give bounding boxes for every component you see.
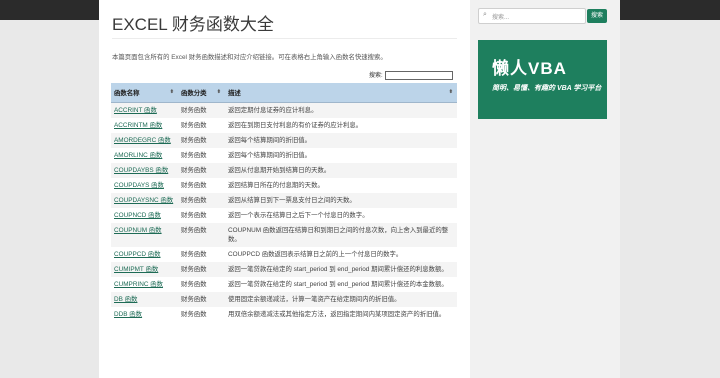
function-link[interactable]: DB 函数 [114, 296, 137, 303]
description-cell: 返回从结算日到下一票息支付日之间的天数。 [225, 193, 457, 208]
sidebar: ⌕ 搜索... 搜索 懒人VBA 简明、易懂、有趣的 VBA 学习平台 [470, 0, 620, 378]
function-name-cell: COUPPCD 函数 [111, 247, 178, 262]
search-icon: ⌕ [483, 11, 487, 18]
description-cell: 返回一笔贷款在给定的 start_period 到 end_period 期间累… [225, 262, 457, 277]
table-row: DDB 函数 财务函数 用双倍余额递减法或其他指定方法，返回指定期间内某项固定资产的… [111, 307, 457, 322]
category-cell: 财务函数 [178, 163, 225, 178]
ad-subtitle: 简明、易懂、有趣的 VBA 学习平台 [492, 85, 602, 92]
table-row: CUMPRINC 函数 财务函数 返回一笔贷款在给定的 start_period 到… [111, 277, 457, 292]
function-link[interactable]: DDB 函数 [114, 311, 142, 318]
category-cell: 财务函数 [178, 292, 225, 307]
description-cell: COUPNUM 函数返回在结算日和到期日之间的付息次数，向上舍入到最近的整数。 [225, 223, 457, 247]
table-row: COUPDAYSNC 函数 财务函数 返回从结算日到下一票息支付日之间的天数。 [111, 193, 457, 208]
functions-table: 函数名称 ⬍ 函数分类 ⬍ 描述 ⬍ ACCRINT 函数 财务函数 返回定期付息证券的应… [111, 83, 457, 322]
description-cell: 用双倍余额递减法或其他指定方法，返回指定期间内某项固定资产的折旧值。 [225, 307, 457, 322]
table-search-label: 搜索: [369, 73, 383, 79]
function-name-cell: ACCRINTM 函数 [111, 118, 178, 133]
table-row: CUMIPMT 函数 财务函数 返回一笔贷款在给定的 start_period 到 … [111, 262, 457, 277]
table-row: COUPNUM 函数 财务函数 COUPNUM 函数返回在结算日和到期日之间的付息次… [111, 223, 457, 247]
function-name-cell: COUPDAYBS 函数 [111, 163, 178, 178]
description-cell: 返回每个结算期间的折旧值。 [225, 133, 457, 148]
description-cell: COUPPCD 函数返回表示结算日之前的上一个付息日的数字。 [225, 247, 457, 262]
category-cell: 财务函数 [178, 262, 225, 277]
table-row: ACCRINTM 函数 财务函数 返回在到期日支付利息的有价证券的应计利息。 [111, 118, 457, 133]
table-header-row: 函数名称 ⬍ 函数分类 ⬍ 描述 ⬍ [111, 83, 457, 103]
function-link[interactable]: COUPDAYSNC 函数 [114, 197, 173, 204]
function-link[interactable]: CUMPRINC 函数 [114, 281, 163, 288]
function-name-cell: ACCRINT 函数 [111, 102, 178, 118]
function-name-cell: DDB 函数 [111, 307, 178, 322]
sidebar-search-input[interactable]: ⌕ 搜索... [478, 8, 586, 24]
vba-ad-banner[interactable]: 懒人VBA 简明、易懂、有趣的 VBA 学习平台 [478, 40, 607, 119]
table-row: ACCRINT 函数 财务函数 返回定期付息证券的应计利息。 [111, 102, 457, 118]
function-link[interactable]: COUPNUM 函数 [114, 227, 162, 234]
description-cell: 返回每个结算期间的折旧值。 [225, 148, 457, 163]
function-name-cell: COUPNCD 函数 [111, 208, 178, 223]
table-row: COUPPCD 函数 财务函数 COUPPCD 函数返回表示结算日之前的上一个付息日… [111, 247, 457, 262]
table-row: COUPDAYBS 函数 财务函数 返回从付息期开始到结算日的天数。 [111, 163, 457, 178]
category-cell: 财务函数 [178, 307, 225, 322]
sidebar-search-button[interactable]: 搜索 [587, 9, 607, 23]
function-link[interactable]: COUPNCD 函数 [114, 212, 161, 219]
function-link[interactable]: AMORLINC 函数 [114, 152, 162, 159]
function-link[interactable]: COUPDAYS 函数 [114, 182, 164, 189]
column-header-description[interactable]: 描述 ⬍ [225, 83, 457, 103]
sort-icon: ⬍ [448, 89, 453, 95]
search-placeholder: 搜索... [492, 15, 510, 21]
function-link[interactable]: COUPPCD 函数 [114, 251, 161, 258]
function-link[interactable]: COUPDAYBS 函数 [114, 167, 168, 174]
sort-icon: ⬍ [216, 89, 221, 95]
function-name-cell: CUMIPMT 函数 [111, 262, 178, 277]
function-link[interactable]: AMORDEGRC 函数 [114, 137, 171, 144]
function-name-cell: AMORDEGRC 函数 [111, 133, 178, 148]
function-name-cell: CUMPRINC 函数 [111, 277, 178, 292]
category-cell: 财务函数 [178, 223, 225, 247]
function-name-cell: DB 函数 [111, 292, 178, 307]
description-cell: 返回一笔贷款在给定的 start_period 到 end_period 期间累… [225, 277, 457, 292]
column-header-name[interactable]: 函数名称 ⬍ [111, 83, 178, 103]
main-content: EXCEL 财务函数大全 本篇页面包含所有的 Excel 财务函数描述和对应介绍… [99, 0, 470, 378]
category-cell: 财务函数 [178, 133, 225, 148]
category-cell: 财务函数 [178, 247, 225, 262]
description-cell: 使用固定余额递减法，计算一笔资产在给定期间内的折旧值。 [225, 292, 457, 307]
table-body: ACCRINT 函数 财务函数 返回定期付息证券的应计利息。 ACCRINTM 函数财… [111, 102, 457, 322]
page-title: EXCEL 财务函数大全 [112, 15, 274, 34]
category-cell: 财务函数 [178, 118, 225, 133]
table-row: COUPNCD 函数 财务函数 返回一个表示在结算日之后下一个付息日的数字。 [111, 208, 457, 223]
description-cell: 返回结算日所在的付息期的天数。 [225, 178, 457, 193]
description-cell: 返回定期付息证券的应计利息。 [225, 102, 457, 118]
function-name-cell: COUPDAYSNC 函数 [111, 193, 178, 208]
function-name-cell: AMORLINC 函数 [111, 148, 178, 163]
table-search: 搜索: [369, 70, 453, 82]
function-name-cell: COUPNUM 函数 [111, 223, 178, 247]
function-link[interactable]: CUMIPMT 函数 [114, 266, 158, 273]
category-cell: 财务函数 [178, 208, 225, 223]
description-cell: 返回在到期日支付利息的有价证券的应计利息。 [225, 118, 457, 133]
intro-text: 本篇页面包含所有的 Excel 财务函数描述和对应介绍链接。可在表格右上角输入函… [112, 54, 387, 61]
function-link[interactable]: ACCRINT 函数 [114, 107, 157, 114]
description-cell: 返回从付息期开始到结算日的天数。 [225, 163, 457, 178]
ad-title: 懒人VBA [492, 59, 567, 78]
function-link[interactable]: ACCRINTM 函数 [114, 122, 162, 129]
table-row: AMORDEGRC 函数 财务函数 返回每个结算期间的折旧值。 [111, 133, 457, 148]
description-cell: 返回一个表示在结算日之后下一个付息日的数字。 [225, 208, 457, 223]
category-cell: 财务函数 [178, 178, 225, 193]
sort-icon: ⬍ [169, 89, 174, 95]
title-divider [112, 38, 457, 39]
category-cell: 财务函数 [178, 148, 225, 163]
category-cell: 财务函数 [178, 102, 225, 118]
category-cell: 财务函数 [178, 277, 225, 292]
function-name-cell: COUPDAYS 函数 [111, 178, 178, 193]
table-row: COUPDAYS 函数 财务函数 返回结算日所在的付息期的天数。 [111, 178, 457, 193]
table-row: AMORLINC 函数 财务函数 返回每个结算期间的折旧值。 [111, 148, 457, 163]
column-header-category[interactable]: 函数分类 ⬍ [178, 83, 225, 103]
table-row: DB 函数 财务函数 使用固定余额递减法，计算一笔资产在给定期间内的折旧值。 [111, 292, 457, 307]
table-search-input[interactable] [384, 70, 453, 80]
category-cell: 财务函数 [178, 193, 225, 208]
